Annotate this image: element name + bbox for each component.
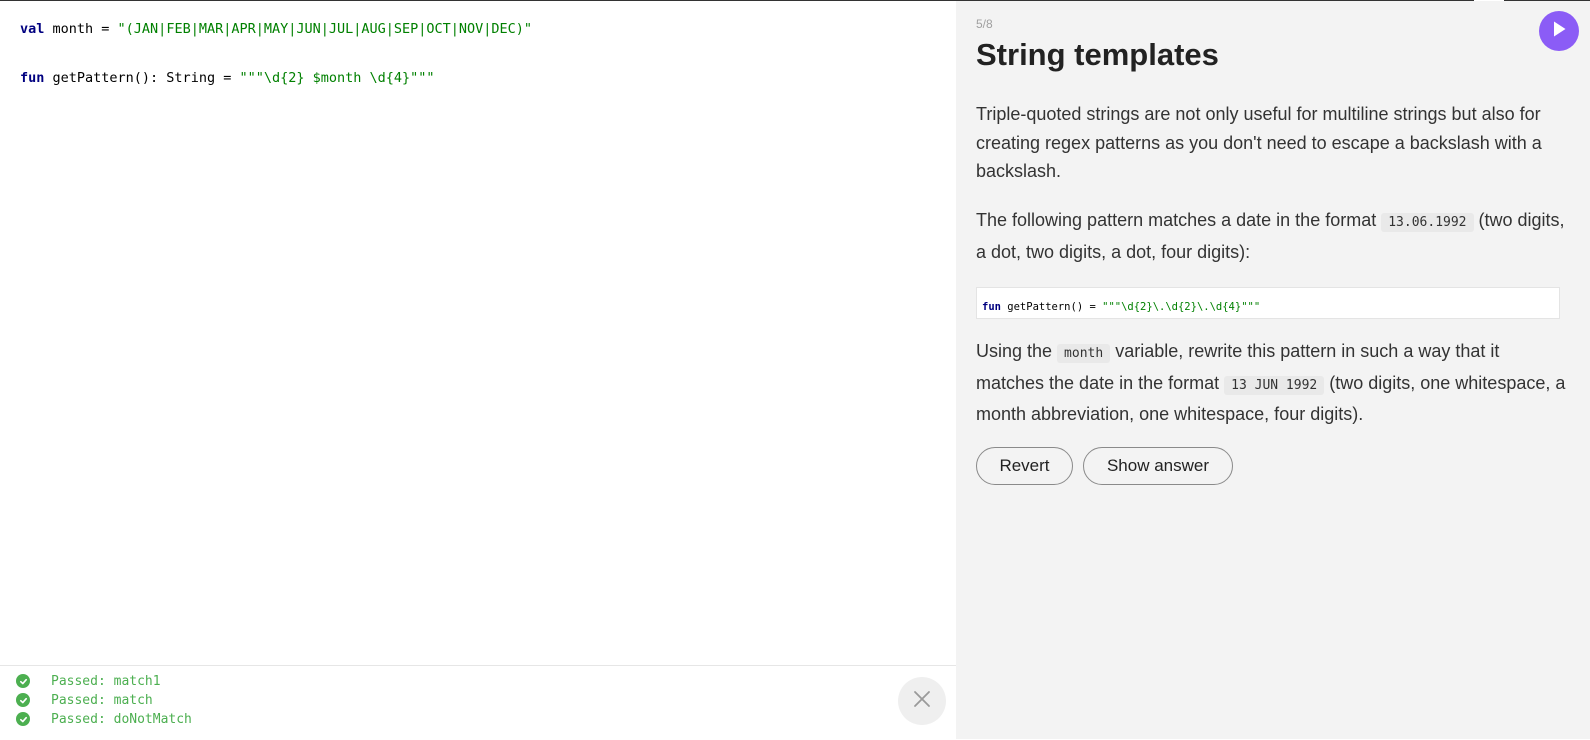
keyword: fun — [982, 301, 1001, 313]
keyword: val — [20, 21, 45, 37]
page-title: String templates — [976, 37, 1219, 72]
test-result-text: Passed: doNotMatch — [51, 711, 192, 727]
inline-code: 13 JUN 1992 — [1224, 375, 1325, 395]
code-line-2[interactable]: fun getPattern(): String = """\d{2} $mon… — [20, 70, 435, 86]
code-example-text: fun getPattern() = """\d{2}\.\d{2}\.\d{4… — [982, 301, 1260, 313]
code-text: getPattern(): String = — [44, 70, 240, 86]
description-paragraph-3: Using the month variable, rewrite this p… — [976, 337, 1566, 429]
inline-code: 13.06.1992 — [1381, 213, 1474, 232]
paragraph-text: Using the — [976, 341, 1058, 361]
code-editor[interactable]: val month = "(JAN|FEB|MAR|APR|MAY|JUN|JU… — [0, 1, 956, 665]
task-description-panel: 5/8 String templates Triple-quoted strin… — [956, 1, 1590, 739]
run-button[interactable] — [1539, 11, 1579, 51]
close-icon — [913, 690, 931, 713]
close-results-button[interactable] — [898, 677, 946, 725]
code-line-1[interactable]: val month = "(JAN|FEB|MAR|APR|MAY|JUN|JU… — [20, 21, 532, 37]
check-circle-icon — [16, 693, 30, 707]
show-answer-button[interactable]: Show answer — [1083, 447, 1233, 485]
check-circle-icon — [16, 674, 30, 688]
task-counter: 5/8 — [976, 17, 993, 31]
test-result-row: Passed: match1 — [16, 672, 161, 690]
description-paragraph-2: The following pattern matches a date in … — [976, 206, 1566, 266]
inline-code: month — [1057, 344, 1111, 363]
test-results: Passed: match1 Passed: match Passed: doN… — [0, 665, 956, 740]
code-text: month = — [44, 21, 118, 37]
description-paragraph-1: Triple-quoted strings are not only usefu… — [976, 104, 1542, 181]
code-text: getPattern() = — [1000, 301, 1103, 313]
paragraph-text: The following pattern matches a date in … — [976, 210, 1382, 230]
test-result-text: Passed: match — [51, 692, 153, 708]
test-result-row: Passed: doNotMatch — [16, 710, 192, 728]
test-result-text: Passed: match1 — [51, 673, 161, 689]
string-literal: """\d{2} $month \d{4}""" — [239, 70, 435, 86]
keyword: fun — [20, 70, 45, 86]
code-example-block: fun getPattern() = """\d{2}\.\d{2}\.\d{4… — [976, 287, 1560, 319]
play-icon — [1551, 20, 1567, 43]
check-circle-icon — [16, 712, 30, 726]
string-literal: "(JAN|FEB|MAR|APR|MAY|JUN|JUL|AUG|SEP|OC… — [117, 21, 533, 37]
test-result-row: Passed: match — [16, 691, 153, 709]
string-literal: """\d{2}\.\d{2}\.\d{4}""" — [1102, 301, 1261, 313]
revert-button[interactable]: Revert — [976, 447, 1073, 485]
